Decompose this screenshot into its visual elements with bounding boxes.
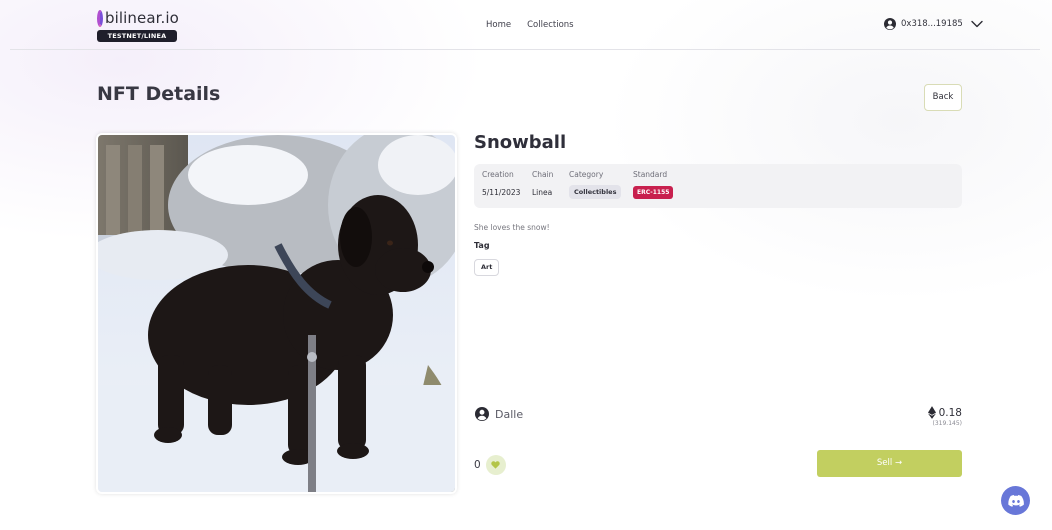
top-header: bilinear.io TESTNET/LINEA Home Collectio… <box>10 0 1040 50</box>
like-button[interactable] <box>485 455 506 475</box>
price-value: 0.18 <box>938 406 962 419</box>
meta-category: Category Collectibles <box>569 170 622 199</box>
user-circle-icon <box>475 407 489 421</box>
meta-creation-label: Creation <box>482 170 514 179</box>
network-badge: TESTNET/LINEA <box>97 30 177 42</box>
price-row: 0.18 <box>918 406 962 419</box>
meta-category-label: Category <box>569 170 604 179</box>
back-button[interactable]: Back <box>924 84 962 111</box>
main-nav: Home Collections <box>486 20 574 30</box>
discord-icon <box>1007 494 1024 507</box>
page-title: NFT Details <box>97 83 221 105</box>
discord-button[interactable] <box>1001 486 1030 515</box>
meta-chain: Chain Linea <box>532 170 553 197</box>
account-menu[interactable]: 0x318...19185 <box>884 18 983 30</box>
owner-name: Dalle <box>495 407 524 421</box>
likes-count: 0 <box>474 459 481 471</box>
brand-name: bilinear.io <box>105 9 179 27</box>
ethereum-icon <box>927 406 936 419</box>
owner-info[interactable]: Dalle <box>475 407 523 421</box>
tag-chip[interactable]: Art <box>474 259 500 276</box>
meta-chain-label: Chain <box>532 170 554 179</box>
nft-image <box>96 133 457 494</box>
brand-ring-icon <box>97 9 103 27</box>
nft-description: She loves the snow! <box>474 223 550 232</box>
nav-home[interactable]: Home <box>486 20 511 30</box>
chevron-down-icon <box>971 20 983 28</box>
meta-standard: Standard ERC-1155 <box>633 170 674 199</box>
price-block: 0.18 (319.145) <box>918 406 962 427</box>
account-address: 0x318...19185 <box>901 19 963 29</box>
nft-name: Snowball <box>474 132 567 153</box>
nft-details-page: bilinear.io TESTNET/LINEA Home Collectio… <box>0 0 1052 530</box>
category-badge: Collectibles <box>569 185 622 199</box>
meta-chain-value: Linea <box>532 188 553 197</box>
meta-creation: Creation 5/11/2023 <box>482 170 520 197</box>
sell-button[interactable]: Sell → <box>817 450 962 477</box>
standard-badge: ERC-1155 <box>633 186 674 199</box>
price-usd: (319.145) <box>932 420 963 427</box>
nft-artwork <box>98 135 455 492</box>
likes-block: 0 <box>474 455 506 475</box>
nft-meta-panel: Creation 5/11/2023 Chain Linea Category … <box>474 164 962 208</box>
nav-collections[interactable]: Collections <box>527 20 573 30</box>
heart-icon <box>491 461 500 469</box>
meta-standard-label: Standard <box>633 170 668 179</box>
brand-logo[interactable]: bilinear.io TESTNET/LINEA <box>97 9 179 45</box>
meta-creation-value: 5/11/2023 <box>482 188 521 197</box>
tag-heading: Tag <box>474 241 490 250</box>
brand-row: bilinear.io <box>97 9 179 27</box>
user-circle-icon <box>884 18 896 30</box>
